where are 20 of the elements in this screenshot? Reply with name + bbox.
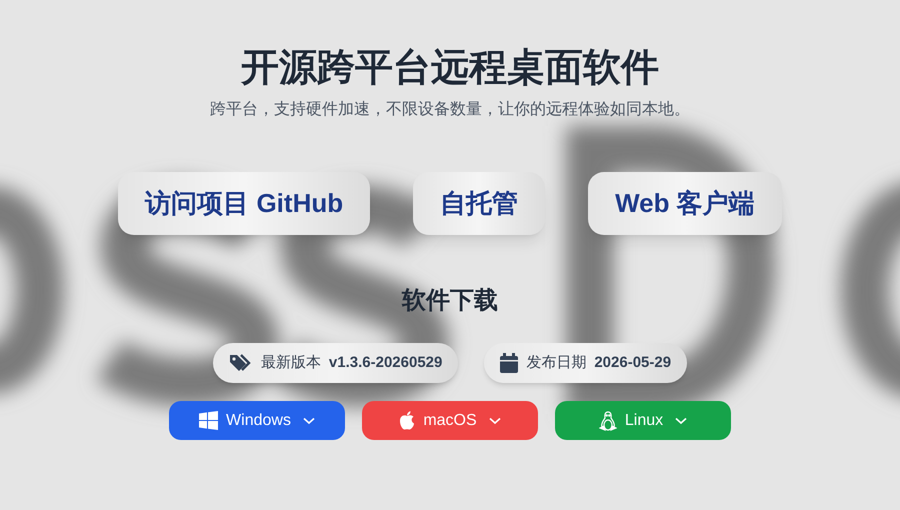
info-value: 2026-05-29 — [594, 352, 672, 373]
chevron-down-icon — [302, 416, 315, 424]
page-title: 开源跨平台远程桌面软件 — [241, 46, 659, 91]
link-button[interactable]: 访问项目 GitHub — [118, 172, 370, 235]
download-button[interactable]: Windows — [169, 401, 345, 440]
tags-icon — [228, 353, 253, 373]
info-label: 最新版本 — [260, 352, 321, 373]
section-heading: 软件下载 — [402, 286, 498, 316]
link-button[interactable]: Web 客户端 — [588, 172, 782, 235]
info-label: 发布日期 — [526, 352, 586, 373]
chevron-down-icon — [488, 416, 501, 424]
subtitle: 跨平台，支持硬件加速，不限设备数量，让你的远程体验如同本地。 — [210, 100, 690, 120]
calendar-icon — [500, 353, 518, 373]
penguin-icon — [598, 410, 617, 430]
chevron-down-icon — [675, 416, 688, 424]
windows-icon — [199, 411, 218, 430]
apple-icon — [399, 411, 416, 430]
info-value: v1.3.6-20260529 — [328, 352, 442, 373]
link-button[interactable]: 自托管 — [413, 172, 546, 235]
download-button[interactable]: macOS — [362, 401, 538, 440]
